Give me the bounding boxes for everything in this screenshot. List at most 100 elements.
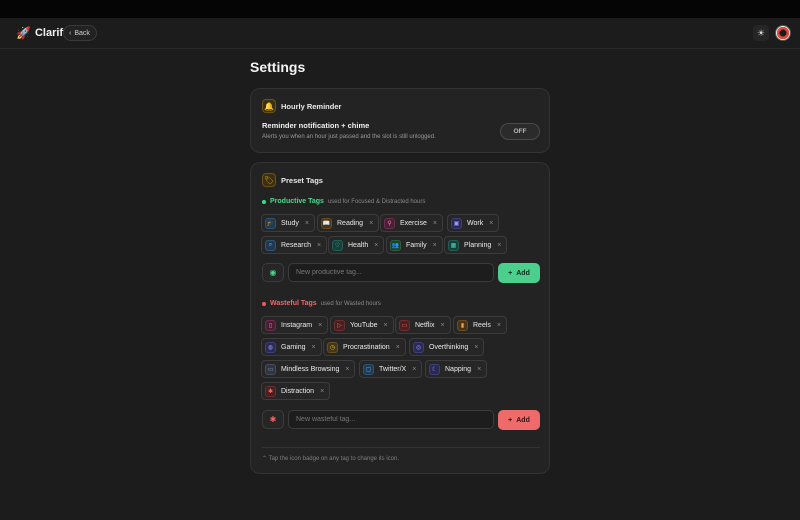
wasteful-icon-picker[interactable]: ✱ — [262, 410, 284, 429]
close-icon[interactable]: × — [396, 344, 400, 351]
close-icon[interactable]: × — [312, 344, 316, 351]
bell-icon: 🔔 — [262, 99, 276, 113]
close-icon[interactable]: × — [477, 366, 481, 373]
tag-chip-research[interactable]: ⌕ Research × — [261, 236, 328, 254]
tag-label: Overthinking — [429, 343, 469, 351]
tag-chip-exercise[interactable]: ⚲ Exercise × — [380, 214, 443, 232]
tag-chip-napping[interactable]: ☾ Napping × — [425, 360, 488, 378]
reminder-description: Alerts you when an hour just passed and … — [262, 134, 436, 140]
users-icon[interactable]: 👥 — [390, 239, 401, 251]
dumbbell-icon[interactable]: ⚲ — [384, 217, 395, 229]
tag-chip-study[interactable]: 🎓 Study × — [261, 214, 315, 232]
close-icon[interactable]: × — [497, 322, 501, 329]
graduation-cap-icon[interactable]: 🎓 — [265, 217, 276, 229]
tag-label: Reading — [337, 219, 364, 227]
productive-tag-input[interactable] — [288, 263, 494, 282]
productive-icon-picker[interactable]: ◉ — [262, 263, 284, 282]
brand[interactable]: 🚀 Clarift — [16, 26, 67, 40]
wasteful-section-subtitle: used for Wasted hours — [320, 300, 381, 307]
productive-section-title: Productive Tags — [270, 198, 324, 205]
tag-chip-mindless-browsing[interactable]: ▭ Mindless Browsing × — [261, 360, 356, 378]
plus-icon: + — [508, 269, 513, 277]
tag-label: Distraction — [281, 387, 315, 395]
play-icon[interactable]: ▷ — [334, 319, 345, 331]
page-title: Settings — [250, 59, 306, 75]
phone-icon[interactable]: ▯ — [265, 319, 276, 331]
close-icon[interactable]: × — [433, 242, 437, 249]
wasteful-dot-icon — [262, 301, 266, 306]
tag-chip-health[interactable]: ♡ Health × — [328, 236, 385, 254]
theme-toggle-button[interactable]: ☀ — [753, 25, 769, 41]
heart-icon[interactable]: ♡ — [332, 239, 343, 251]
add-wasteful-tag-button[interactable]: + Add — [498, 410, 540, 430]
top-bar: 🚀 Clarift ‹ Back ☀ — [0, 18, 800, 49]
tag-chip-instagram[interactable]: ▯ Instagram × — [261, 316, 329, 334]
wasteful-section-header: Wasteful Tags used for Wasted hours — [262, 300, 381, 307]
add-label: Add — [516, 269, 530, 277]
tag-chip-netflix[interactable]: ▭ Netflix × — [395, 316, 451, 334]
tag-chip-overthinking[interactable]: ◎ Overthinking × — [409, 338, 485, 356]
tag-chip-twitter-x[interactable]: ▢ Twitter/X × — [359, 360, 423, 378]
close-icon[interactable]: × — [317, 242, 321, 249]
tag-label: Health — [348, 241, 369, 249]
close-icon[interactable]: × — [412, 366, 416, 373]
book-icon[interactable]: 📖 — [321, 217, 332, 229]
tag-label: Instagram — [281, 321, 313, 329]
tag-chip-distraction[interactable]: ✱ Distraction × — [261, 382, 331, 400]
monitor-icon[interactable]: ▭ — [265, 363, 276, 375]
tag-chip-planning[interactable]: ▦ Planning × — [444, 236, 508, 254]
close-icon[interactable]: × — [440, 322, 444, 329]
close-icon[interactable]: × — [497, 242, 501, 249]
avatar[interactable] — [775, 25, 791, 41]
search-icon[interactable]: ⌕ — [265, 239, 276, 251]
hint-label: Tap the icon badge on any tag to change … — [268, 456, 400, 462]
tag-label: Family — [406, 241, 427, 249]
close-icon[interactable]: × — [384, 322, 388, 329]
productive-section-header: Productive Tags used for Focused & Distr… — [262, 198, 425, 205]
close-icon[interactable]: × — [474, 344, 478, 351]
film-icon[interactable]: ▮ — [457, 319, 468, 331]
hint-text: ⌃ Tap the icon badge on any tag to chang… — [262, 455, 399, 462]
close-icon[interactable]: × — [374, 242, 378, 249]
tag-label: Gaming — [281, 343, 306, 351]
tag-label: Napping — [445, 365, 472, 373]
tag-label: Procrastination — [343, 343, 390, 351]
reminder-card-title: Hourly Reminder — [281, 101, 342, 111]
close-icon[interactable]: × — [433, 220, 437, 227]
tag-chip-work[interactable]: ▣ Work × — [447, 214, 500, 232]
close-icon[interactable]: × — [345, 366, 349, 373]
bug-icon[interactable]: ✱ — [265, 385, 276, 397]
tag-chip-procrastination[interactable]: ◷ Procrastination × — [323, 338, 406, 356]
preset-tags-header: 🏷 Preset Tags — [262, 173, 323, 187]
plus-icon: + — [508, 416, 513, 424]
divider — [262, 447, 540, 448]
close-icon[interactable]: × — [318, 322, 322, 329]
tv-icon[interactable]: ▭ — [399, 319, 410, 331]
reminder-toggle[interactable]: OFF — [500, 123, 540, 140]
close-icon[interactable]: × — [320, 388, 324, 395]
tag-chip-gaming[interactable]: ◍ Gaming × — [261, 338, 322, 356]
moon-icon[interactable]: ☾ — [429, 363, 440, 375]
gamepad-icon[interactable]: ◍ — [265, 341, 276, 353]
circle-icon: ◉ — [269, 268, 277, 277]
preset-tags-card: 🏷 Preset Tags Productive Tags used for F… — [250, 162, 550, 474]
calendar-icon[interactable]: ▦ — [448, 239, 459, 251]
briefcase-icon[interactable]: ▣ — [451, 217, 462, 229]
back-button[interactable]: ‹ Back — [63, 25, 97, 41]
message-icon[interactable]: ▢ — [363, 363, 374, 375]
close-icon[interactable]: × — [305, 220, 309, 227]
tag-chip-youtube[interactable]: ▷ YouTube × — [330, 316, 394, 334]
tag-chip-reading[interactable]: 📖 Reading × — [317, 214, 380, 232]
clock-icon[interactable]: ◷ — [327, 341, 338, 353]
tag-chip-family[interactable]: 👥 Family × — [386, 236, 443, 254]
close-icon[interactable]: × — [369, 220, 373, 227]
brain-icon[interactable]: ◎ — [413, 341, 424, 353]
tag-chip-reels[interactable]: ▮ Reels × — [453, 316, 507, 334]
productive-dot-icon — [262, 199, 266, 204]
add-productive-tag-button[interactable]: + Add — [498, 263, 540, 283]
top-black-strip — [0, 0, 800, 18]
wasteful-tag-input[interactable] — [288, 410, 494, 429]
close-icon[interactable]: × — [489, 220, 493, 227]
wasteful-section-title: Wasteful Tags — [270, 300, 317, 307]
sun-icon: ☀ — [756, 27, 766, 38]
